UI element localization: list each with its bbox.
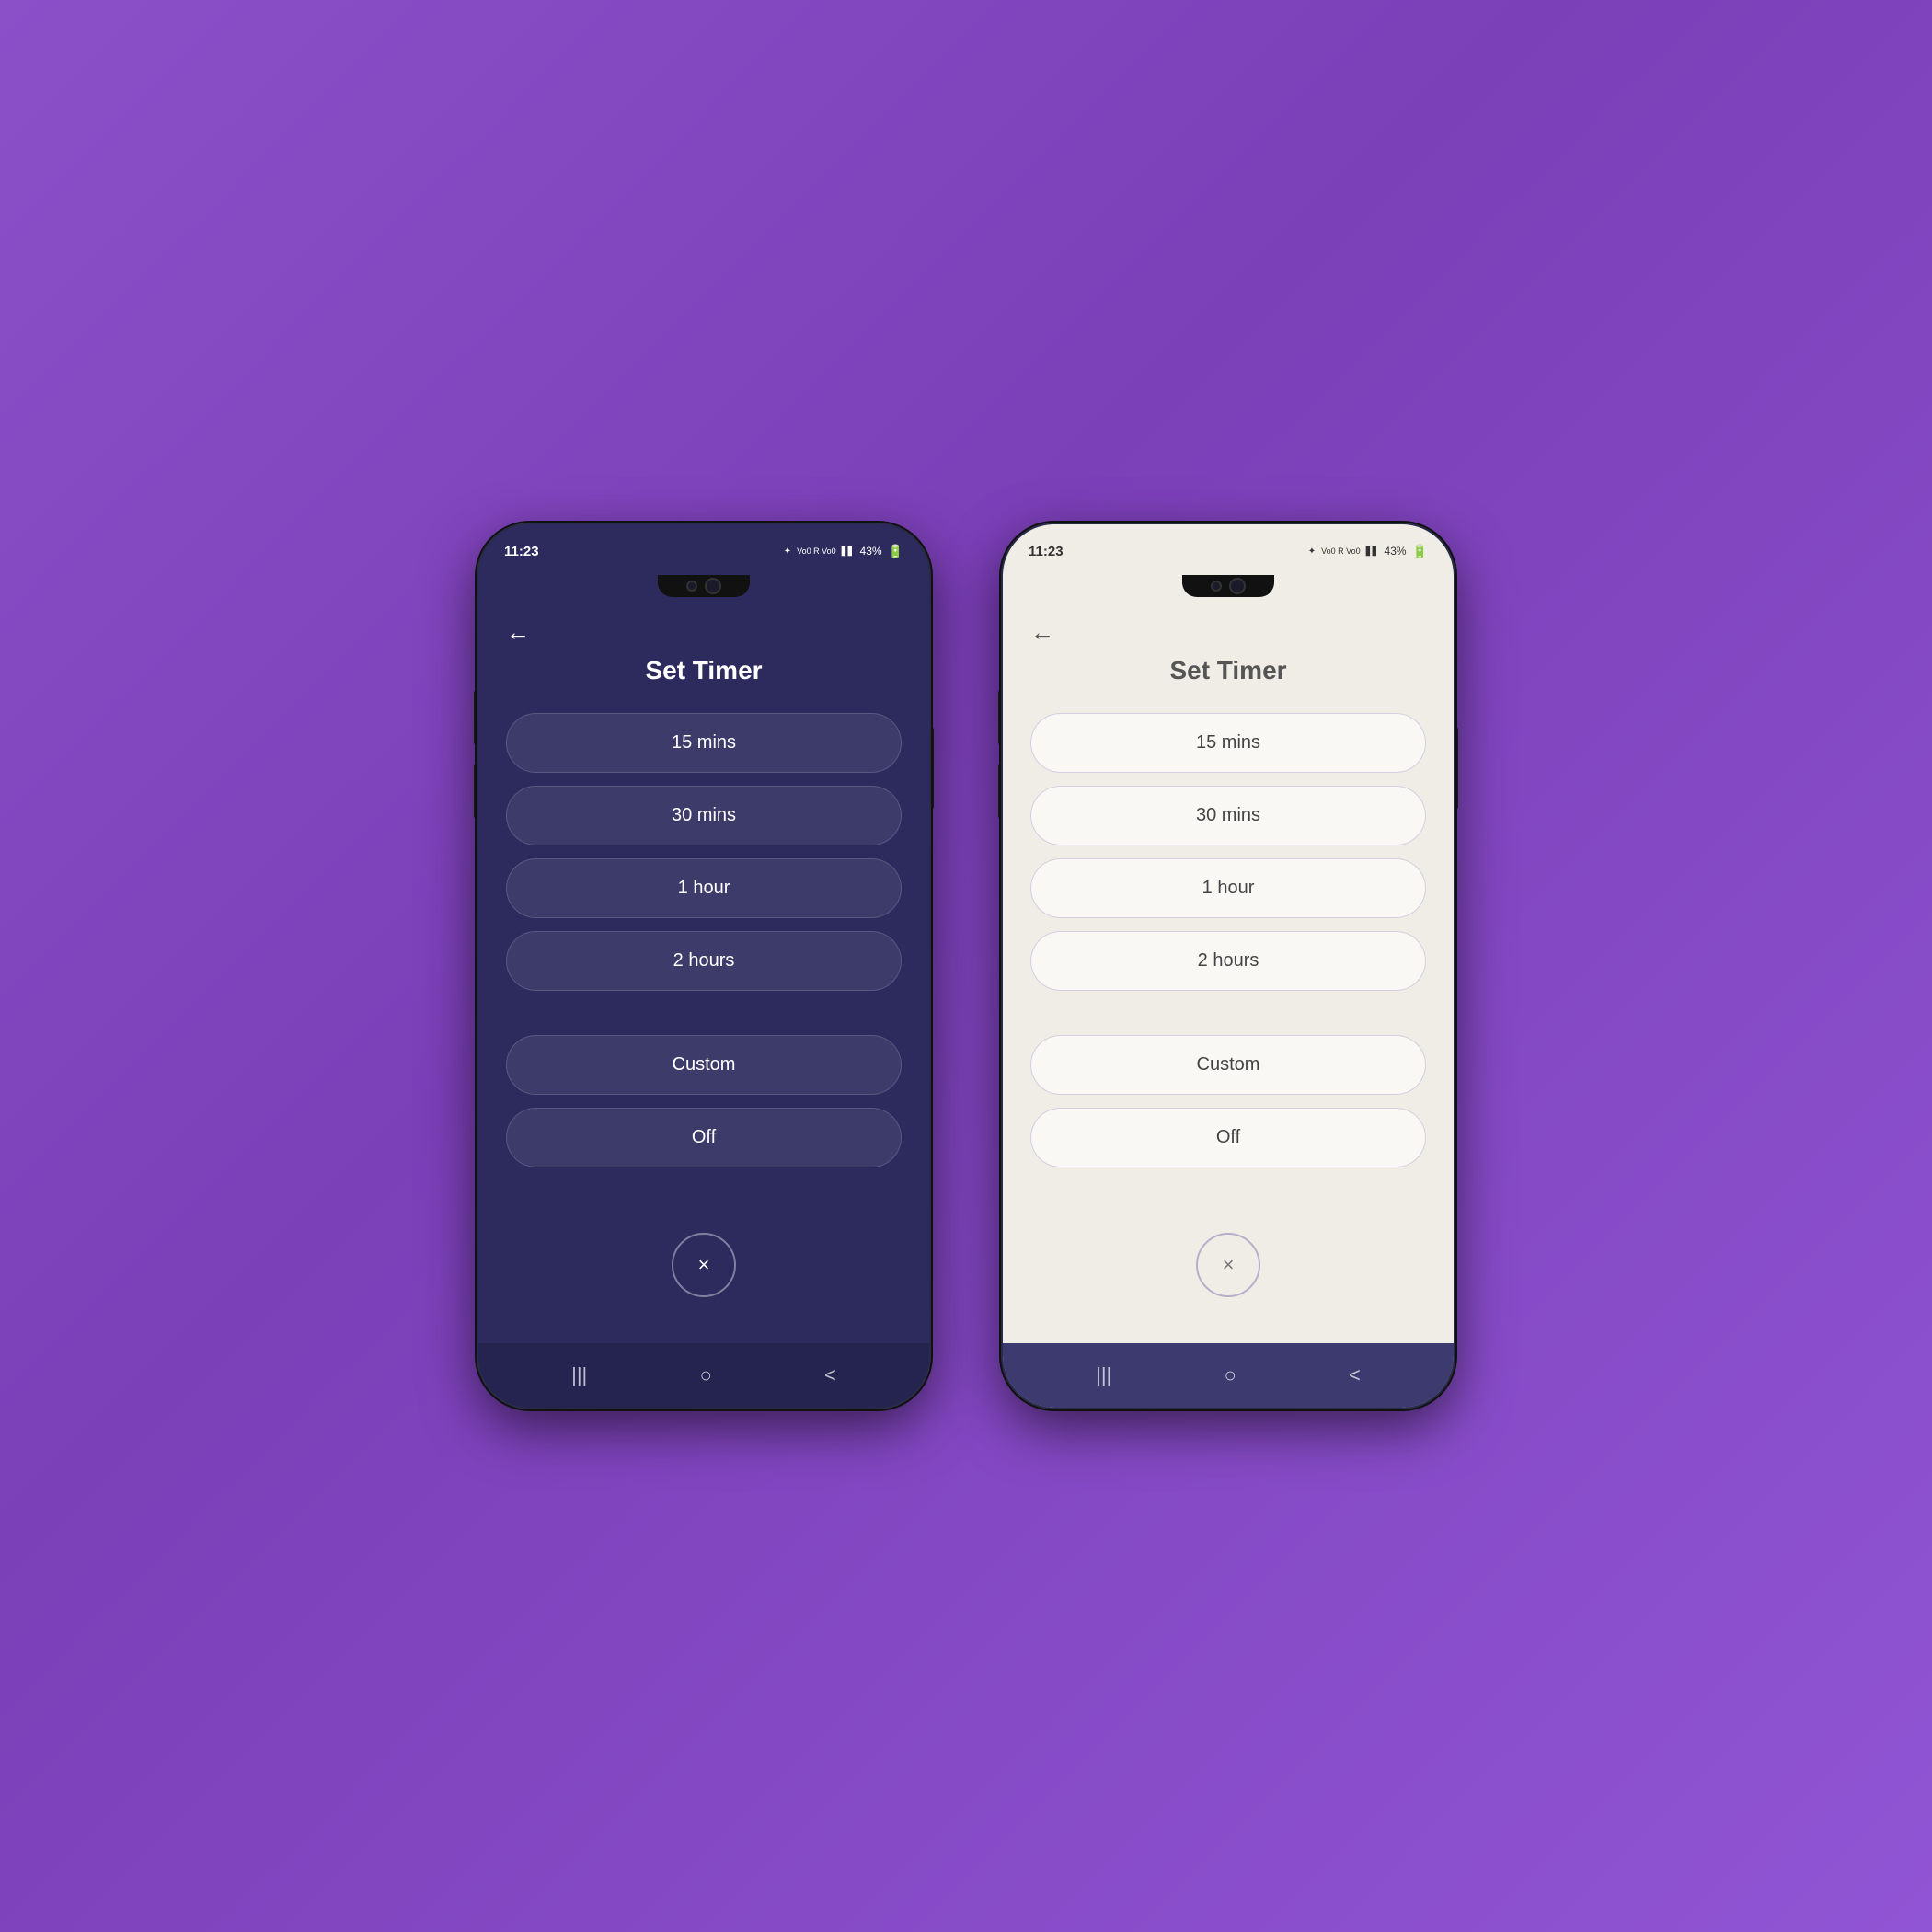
timer-btn-2hours-light[interactable]: 2 hours bbox=[1030, 931, 1426, 991]
status-time-light: 11:23 bbox=[1029, 544, 1064, 559]
page-title-dark: Set Timer bbox=[506, 656, 902, 685]
status-bar: 11:23 ✦ Vo0 R Vo0 ▋▋ 43% 🔋 bbox=[478, 524, 929, 572]
spacer-dark bbox=[506, 1004, 902, 1022]
phone-frame-dark: 11:23 ✦ Vo0 R Vo0 ▋▋ 43% 🔋 ← S bbox=[478, 524, 929, 1408]
timer-options-light: 15 mins 30 mins 1 hour 2 hours Custom Of… bbox=[1030, 713, 1426, 1214]
close-button-light[interactable]: × bbox=[1196, 1233, 1260, 1297]
lte-bars-light: ▋▋ bbox=[1366, 546, 1379, 557]
nav-back-icon-light[interactable]: < bbox=[1349, 1363, 1361, 1387]
front-camera-main-light bbox=[1229, 578, 1246, 594]
timer-btn-30mins-light[interactable]: 30 mins bbox=[1030, 786, 1426, 845]
nav-bar-dark: ||| ○ < bbox=[478, 1343, 929, 1408]
timer-btn-custom-dark[interactable]: Custom bbox=[506, 1035, 902, 1095]
close-icon-light: × bbox=[1223, 1253, 1235, 1277]
battery-text: 43% bbox=[860, 545, 882, 558]
nav-home-icon-light[interactable]: ○ bbox=[1224, 1363, 1236, 1387]
page-title-light: Set Timer bbox=[1030, 656, 1426, 685]
notch bbox=[478, 572, 929, 600]
nav-bar-light: ||| ○ < bbox=[1003, 1343, 1454, 1408]
close-icon-dark: × bbox=[698, 1253, 710, 1277]
battery-icon: 🔋 bbox=[888, 544, 903, 559]
close-btn-area-dark: × bbox=[506, 1214, 902, 1325]
timer-btn-off-light[interactable]: Off bbox=[1030, 1108, 1426, 1167]
power-button[interactable] bbox=[929, 727, 934, 810]
nav-recents-icon-light[interactable]: ||| bbox=[1096, 1363, 1111, 1387]
screen-light: 11:23 ✦ Vo0 R Vo0 ▋▋ 43% 🔋 ← S bbox=[1003, 524, 1454, 1408]
app-content-dark: ← Set Timer 15 mins 30 mins 1 hour 2 hou… bbox=[478, 600, 929, 1343]
back-button-light[interactable]: ← bbox=[1030, 618, 1067, 647]
lte-bars: ▋▋ bbox=[842, 546, 855, 557]
timer-btn-off-dark[interactable]: Off bbox=[506, 1108, 902, 1167]
signal-text-light: Vo0 R Vo0 bbox=[1321, 546, 1361, 556]
nav-home-icon[interactable]: ○ bbox=[699, 1363, 711, 1387]
camera-notch bbox=[658, 575, 750, 597]
status-right-light: ✦ Vo0 R Vo0 ▋▋ 43% 🔋 bbox=[1308, 544, 1428, 559]
signal-icon-light: ✦ bbox=[1308, 546, 1316, 557]
timer-btn-1hour-dark[interactable]: 1 hour bbox=[506, 858, 902, 918]
close-button-dark[interactable]: × bbox=[672, 1233, 736, 1297]
battery-text-light: 43% bbox=[1385, 545, 1407, 558]
status-time: 11:23 bbox=[504, 544, 539, 559]
camera-notch-light bbox=[1182, 575, 1274, 597]
screen-dark: 11:23 ✦ Vo0 R Vo0 ▋▋ 43% 🔋 ← S bbox=[478, 524, 929, 1408]
timer-btn-2hours-dark[interactable]: 2 hours bbox=[506, 931, 902, 991]
app-content-light: ← Set Timer 15 mins 30 mins 1 hour 2 hou… bbox=[1003, 600, 1454, 1343]
close-btn-area-light: × bbox=[1030, 1214, 1426, 1325]
power-button-light[interactable] bbox=[1454, 727, 1458, 810]
timer-btn-15mins-dark[interactable]: 15 mins bbox=[506, 713, 902, 773]
status-bar-light: 11:23 ✦ Vo0 R Vo0 ▋▋ 43% 🔋 bbox=[1003, 524, 1454, 572]
timer-btn-15mins-light[interactable]: 15 mins bbox=[1030, 713, 1426, 773]
front-camera-small-light bbox=[1211, 581, 1222, 592]
phone-frame-light: 11:23 ✦ Vo0 R Vo0 ▋▋ 43% 🔋 ← S bbox=[1003, 524, 1454, 1408]
status-right: ✦ Vo0 R Vo0 ▋▋ 43% 🔋 bbox=[784, 544, 903, 559]
timer-btn-1hour-light[interactable]: 1 hour bbox=[1030, 858, 1426, 918]
timer-options-dark: 15 mins 30 mins 1 hour 2 hours Custom Of… bbox=[506, 713, 902, 1214]
spacer-light bbox=[1030, 1004, 1426, 1022]
nav-recents-icon[interactable]: ||| bbox=[571, 1363, 587, 1387]
nav-back-icon[interactable]: < bbox=[824, 1363, 836, 1387]
timer-btn-custom-light[interactable]: Custom bbox=[1030, 1035, 1426, 1095]
signal-icon: ✦ bbox=[784, 546, 791, 557]
signal-text: Vo0 R Vo0 bbox=[797, 546, 836, 556]
front-camera-main bbox=[705, 578, 721, 594]
front-camera-small bbox=[686, 581, 697, 592]
notch-light bbox=[1003, 572, 1454, 600]
phone-dark: 11:23 ✦ Vo0 R Vo0 ▋▋ 43% 🔋 ← S bbox=[478, 524, 929, 1408]
back-button-dark[interactable]: ← bbox=[506, 618, 543, 647]
battery-icon-light: 🔋 bbox=[1412, 544, 1428, 559]
phone-light: 11:23 ✦ Vo0 R Vo0 ▋▋ 43% 🔋 ← S bbox=[1003, 524, 1454, 1408]
timer-btn-30mins-dark[interactable]: 30 mins bbox=[506, 786, 902, 845]
